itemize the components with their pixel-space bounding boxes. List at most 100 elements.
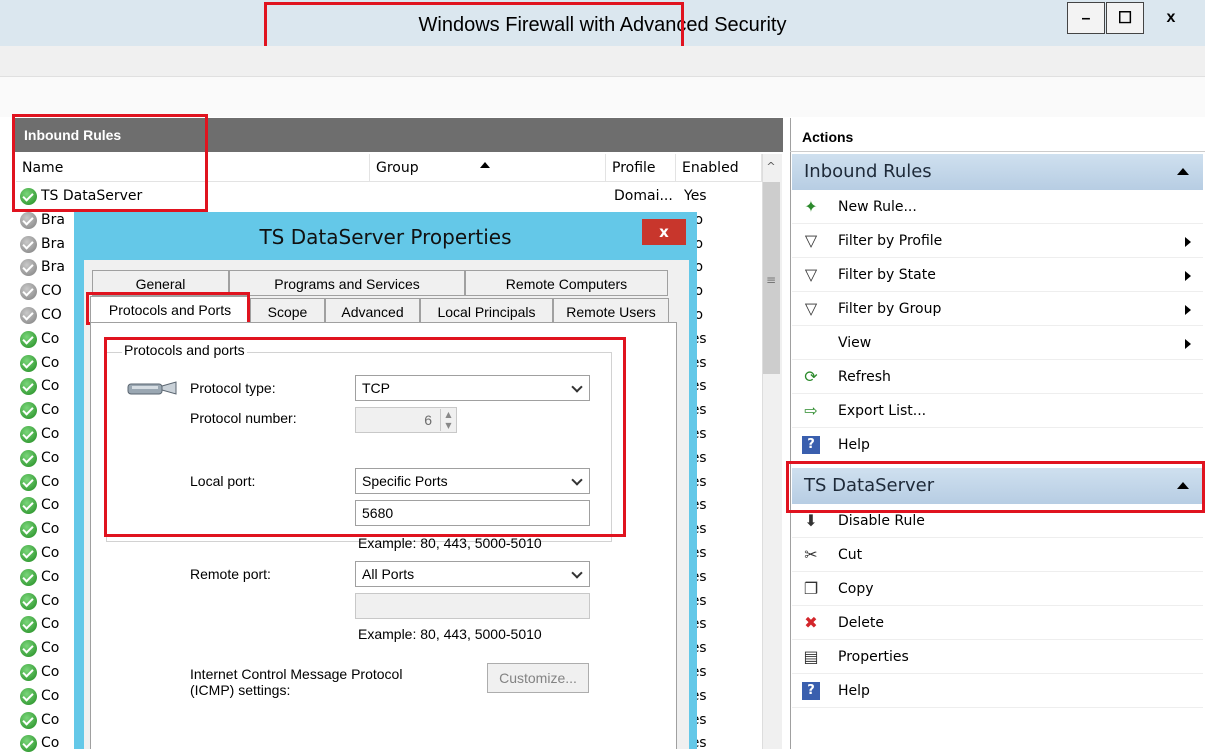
- column-group[interactable]: Group: [370, 154, 606, 182]
- tab-scope[interactable]: Scope: [250, 298, 325, 324]
- action-properties[interactable]: ▤ Properties: [792, 640, 1203, 674]
- chevron-down-icon: [571, 381, 583, 393]
- toolbar-area: [0, 77, 1205, 117]
- action-label: Help: [838, 437, 870, 453]
- table-row[interactable]: TS DataServer Domai... Yes: [16, 185, 762, 208]
- action-label: Copy: [838, 581, 874, 597]
- filter-icon: ▽: [804, 299, 818, 318]
- help-icon: ?: [802, 682, 820, 700]
- tab-remote-users[interactable]: Remote Users: [553, 298, 669, 324]
- tab-remote-computers[interactable]: Remote Computers: [465, 270, 668, 296]
- rule-name: Co: [41, 497, 60, 514]
- export-icon: ⇨: [804, 401, 818, 420]
- actions-header: Actions: [790, 122, 1205, 152]
- local-port-label: Local port:: [190, 473, 256, 489]
- rule-name: Co: [41, 330, 60, 347]
- rule-enabled-icon: [20, 640, 37, 658]
- action-copy[interactable]: ❐ Copy: [792, 572, 1203, 606]
- rule-enabled-icon: [20, 545, 37, 562]
- rule-name: Co: [41, 402, 60, 419]
- rule-name: Co: [41, 592, 60, 609]
- remote-port-input[interactable]: [355, 593, 590, 619]
- column-name[interactable]: Name: [16, 154, 370, 182]
- action-help[interactable]: ? Help: [792, 428, 1203, 462]
- properties-icon: ▤: [803, 647, 819, 666]
- close-button[interactable]: x: [1145, 2, 1197, 34]
- tab-protocols-ports[interactable]: Protocols and Ports: [90, 296, 250, 323]
- rule-name: TS DataServer: [41, 188, 143, 204]
- tab-local-principals[interactable]: Local Principals: [420, 298, 553, 324]
- rule-name: Co: [41, 640, 60, 657]
- submenu-arrow-icon: [1185, 237, 1191, 247]
- protocol-type-label: Protocol type:: [190, 380, 276, 396]
- sort-up-icon: [480, 162, 490, 168]
- rule-name: Co: [41, 426, 60, 442]
- rule-enabled-icon: [20, 735, 37, 753]
- column-profile[interactable]: Profile: [606, 154, 676, 182]
- window-title: Windows Firewall with Advanced Security: [418, 14, 787, 36]
- rule-name: Co: [41, 664, 60, 680]
- rule-enabled-icon: [20, 521, 37, 539]
- action-filter-by-state[interactable]: ▽ Filter by State: [792, 258, 1203, 292]
- menu-bar: [0, 46, 1205, 77]
- rule-name: Bra: [41, 259, 65, 276]
- tab-programs-services[interactable]: Programs and Services: [229, 270, 465, 296]
- collapse-icon[interactable]: [1177, 168, 1189, 175]
- group-title: Protocols and ports: [122, 342, 247, 358]
- delete-icon: ✖: [804, 613, 818, 632]
- help-icon: ?: [802, 436, 820, 454]
- action-label: Export List...: [838, 403, 927, 419]
- rule-name: Co: [41, 616, 60, 633]
- rule-name: Bra: [41, 211, 65, 228]
- action-filter-by-profile[interactable]: ▽ Filter by Profile: [792, 224, 1203, 258]
- remote-port-example: Example: 80, 443, 5000-5010: [358, 626, 542, 642]
- action-delete[interactable]: ✖ Delete: [792, 606, 1203, 640]
- local-port-select[interactable]: Specific Ports: [355, 468, 590, 494]
- section-inbound-rules[interactable]: Inbound Rules: [792, 154, 1203, 190]
- local-port-input[interactable]: 5680: [355, 500, 590, 526]
- refresh-icon: ⟳: [804, 367, 818, 386]
- section-ts-dataserver[interactable]: TS DataServer: [792, 468, 1203, 504]
- action-cut[interactable]: ✂ Cut: [792, 538, 1203, 572]
- new-rule-icon: ✦: [804, 197, 818, 216]
- rule-enabled-icon: [20, 497, 37, 515]
- remote-port-label: Remote port:: [190, 566, 271, 582]
- action-help[interactable]: ? Help: [792, 674, 1203, 708]
- rule-enabled-icon: [20, 568, 37, 586]
- rule-name: Co: [41, 521, 60, 538]
- rule-enabled-icon: [20, 711, 37, 729]
- rule-name: Co: [41, 568, 60, 585]
- number-stepper[interactable]: ▲ ▼: [440, 409, 456, 431]
- rule-enabled-icon: [20, 687, 37, 705]
- action-disable-rule[interactable]: ⬇ Disable Rule: [792, 504, 1203, 538]
- minimize-button[interactable]: –: [1067, 2, 1105, 34]
- rule-profile: Domai...: [614, 188, 673, 204]
- action-new-rule[interactable]: ✦ New Rule...: [792, 190, 1203, 224]
- scroll-up-icon[interactable]: ^: [764, 160, 778, 174]
- local-port-example: Example: 80, 443, 5000-5010: [358, 535, 542, 551]
- rule-enabled-icon: [20, 592, 37, 610]
- dialog-close-button[interactable]: x: [642, 219, 686, 245]
- rule-name: Co: [41, 354, 60, 371]
- collapse-icon[interactable]: [1177, 482, 1189, 489]
- action-filter-by-group[interactable]: ▽ Filter by Group: [792, 292, 1203, 326]
- tab-general[interactable]: General: [92, 270, 229, 296]
- action-label: Filter by Profile: [838, 233, 943, 249]
- maximize-button[interactable]: ☐: [1106, 2, 1144, 34]
- remote-port-select[interactable]: All Ports: [355, 561, 590, 587]
- action-refresh[interactable]: ⟳ Refresh: [792, 360, 1203, 394]
- submenu-arrow-icon: [1185, 271, 1191, 281]
- tab-advanced[interactable]: Advanced: [325, 298, 420, 324]
- submenu-arrow-icon: [1185, 339, 1191, 349]
- customize-button[interactable]: Customize...: [487, 663, 589, 693]
- action-label: Cut: [838, 547, 863, 563]
- disable-icon: ⬇: [804, 511, 818, 530]
- action-label: Delete: [838, 615, 884, 631]
- action-export-list[interactable]: ⇨ Export List...: [792, 394, 1203, 428]
- action-label: Refresh: [838, 369, 891, 385]
- protocol-type-select[interactable]: TCP: [355, 375, 590, 401]
- icmp-label: Internet Control Message Protocol (ICMP) …: [190, 666, 403, 698]
- column-enabled[interactable]: Enabled: [676, 154, 762, 182]
- rule-disabled-icon: [20, 283, 37, 301]
- action-view[interactable]: View: [792, 326, 1203, 360]
